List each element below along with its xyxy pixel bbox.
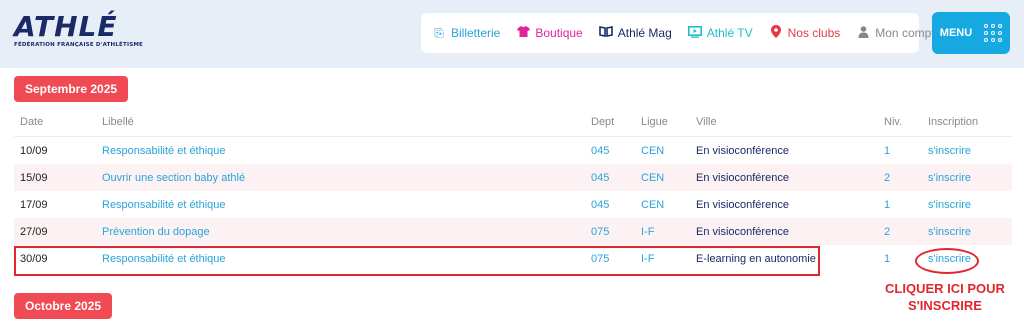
row-libelle-link[interactable]: Ouvrir une section baby athlé xyxy=(102,164,245,191)
nav-athle-tv[interactable]: Athlé TV xyxy=(687,25,753,41)
row-ligue-link[interactable]: I-F xyxy=(641,218,654,245)
header-niv: Niv. xyxy=(884,115,903,128)
table-row: 15/09 Ouvrir une section baby athlé 045 … xyxy=(14,164,1012,191)
row-libelle-link[interactable]: Prévention du dopage xyxy=(102,218,210,245)
header-inscription: Inscription xyxy=(928,115,979,128)
row-date: 17/09 xyxy=(20,198,48,211)
menu-button[interactable]: MENU xyxy=(932,12,1010,54)
row-niv-link[interactable]: 2 xyxy=(884,218,890,245)
table-header: Date Libellé Dept Ligue Ville Niv. Inscr… xyxy=(14,107,1012,137)
table-row: 10/09 Responsabilité et éthique 045 CEN … xyxy=(14,137,1012,164)
row-inscription-link[interactable]: s'inscrire xyxy=(928,218,971,245)
ticket-icon: ⎘ xyxy=(434,25,444,40)
book-icon xyxy=(598,26,613,40)
nav-athle-tv-label: Athlé TV xyxy=(706,26,753,40)
nav-athle-mag-label: Athlé Mag xyxy=(617,26,672,40)
highlight-row-annotation xyxy=(14,246,820,276)
callout-annotation: CLIQUER ICI POUR S'INSCRIRE xyxy=(872,280,1018,314)
nav-nos-clubs-label: Nos clubs xyxy=(787,26,841,40)
user-icon xyxy=(856,25,870,41)
row-libelle-link[interactable]: Responsabilité et éthique xyxy=(102,191,226,218)
row-ville: En visioconférence xyxy=(696,198,789,211)
row-date: 10/09 xyxy=(20,144,48,157)
month-badge-october: Octobre 2025 xyxy=(14,293,113,319)
row-ville: En visioconférence xyxy=(696,171,789,184)
nav-mon-compte[interactable]: Mon compte xyxy=(856,25,941,41)
tshirt-icon xyxy=(516,26,530,40)
calendar-content: Septembre 2025 Date Libellé Dept Ligue V… xyxy=(0,68,1024,324)
table-row: 17/09 Responsabilité et éthique 045 CEN … xyxy=(14,191,1012,218)
header-libelle: Libellé xyxy=(102,115,134,128)
row-ligue-link[interactable]: CEN xyxy=(641,137,664,164)
menu-label: MENU xyxy=(939,27,973,39)
nav-boutique-label: Boutique xyxy=(535,26,583,40)
row-ligue-link[interactable]: CEN xyxy=(641,164,664,191)
row-date: 15/09 xyxy=(20,171,48,184)
row-dept-link[interactable]: 045 xyxy=(591,164,609,191)
logo-subtitle: FÉDÉRATION FRANÇAISE D'ATHLÉTISME xyxy=(14,42,144,48)
row-ligue-link[interactable]: CEN xyxy=(641,191,664,218)
tv-play-icon xyxy=(687,25,702,41)
row-dept-link[interactable]: 045 xyxy=(591,191,609,218)
grid-dots-icon xyxy=(984,24,1003,42)
row-inscription-link[interactable]: s'inscrire xyxy=(928,191,971,218)
row-inscription-link[interactable]: s'inscrire xyxy=(928,137,971,164)
site-header: ATHLÉ FÉDÉRATION FRANÇAISE D'ATHLÉTISME … xyxy=(0,0,1024,68)
row-libelle-link[interactable]: Responsabilité et éthique xyxy=(102,137,226,164)
header-ligue: Ligue xyxy=(641,115,668,128)
header-dept: Dept xyxy=(591,115,615,128)
top-navigation: ⎘ Billetterie Boutique Athlé Mag Athlé T… xyxy=(421,13,941,53)
row-date: 27/09 xyxy=(20,225,48,238)
nav-billetterie[interactable]: ⎘ Billetterie xyxy=(432,26,500,41)
header-date: Date xyxy=(20,115,44,128)
nav-boutique[interactable]: Boutique xyxy=(516,26,583,40)
location-pin-icon xyxy=(769,25,783,41)
row-niv-link[interactable]: 1 xyxy=(884,245,890,272)
row-niv-link[interactable]: 1 xyxy=(884,137,890,164)
row-dept-link[interactable]: 045 xyxy=(591,137,609,164)
nav-athle-mag[interactable]: Athlé Mag xyxy=(598,26,672,40)
callout-line-2: S'INSCRIRE xyxy=(908,298,982,313)
athle-logo[interactable]: ATHLÉ FÉDÉRATION FRANÇAISE D'ATHLÉTISME xyxy=(14,10,144,49)
month-badge-september: Septembre 2025 xyxy=(14,76,129,102)
nav-billetterie-label: Billetterie xyxy=(451,26,501,40)
table-row: 27/09 Prévention du dopage 075 I-F En vi… xyxy=(14,218,1012,245)
row-inscription-link[interactable]: s'inscrire xyxy=(928,164,971,191)
row-ville: En visioconférence xyxy=(696,144,789,157)
callout-line-1: CLIQUER ICI POUR xyxy=(885,281,1005,296)
row-niv-link[interactable]: 2 xyxy=(884,164,890,191)
row-dept-link[interactable]: 075 xyxy=(591,218,609,245)
header-ville: Ville xyxy=(696,115,717,128)
logo-wordmark: ATHLÉ xyxy=(14,10,118,43)
row-ville: En visioconférence xyxy=(696,225,789,238)
nav-nos-clubs[interactable]: Nos clubs xyxy=(769,25,841,41)
highlight-inscription-annotation xyxy=(915,248,979,274)
row-niv-link[interactable]: 1 xyxy=(884,191,890,218)
